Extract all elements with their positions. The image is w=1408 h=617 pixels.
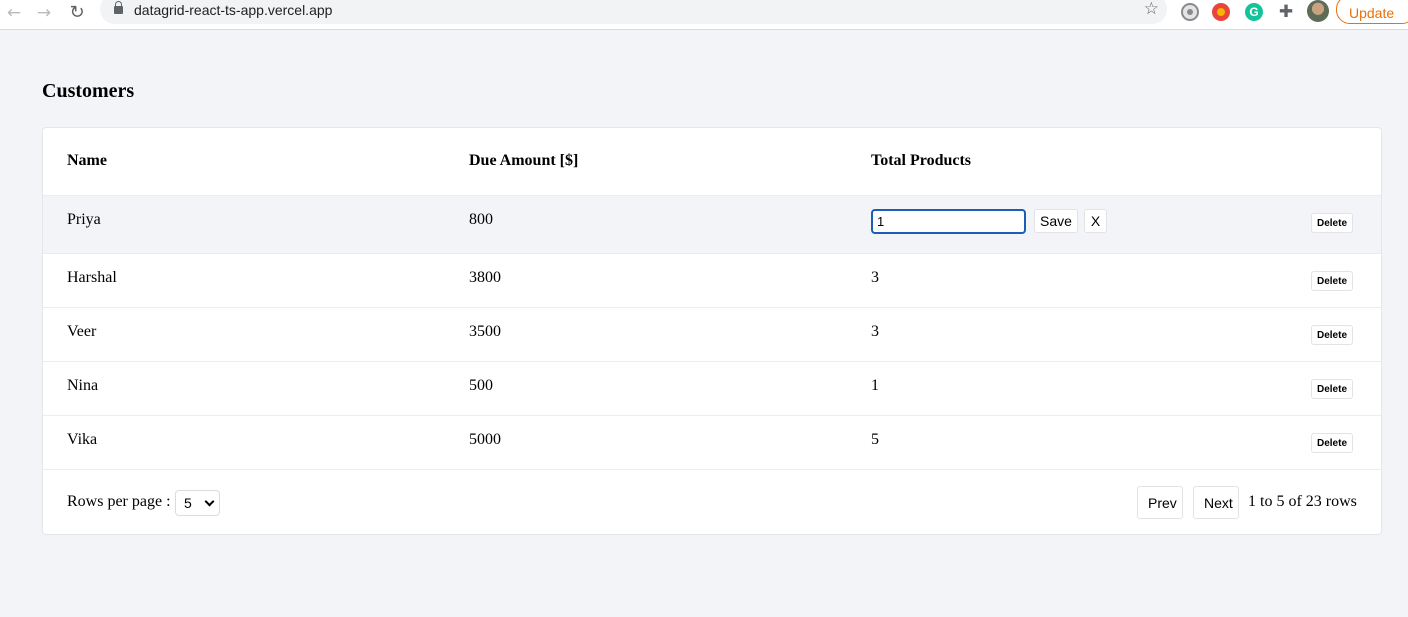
table-row: Veer 3500 3 Delete bbox=[43, 307, 1381, 362]
reload-icon[interactable]: ↻ bbox=[66, 2, 88, 24]
pagination-range-text: 1 to 5 of 23 rows bbox=[1248, 493, 1357, 510]
next-page-button[interactable]: Next bbox=[1193, 486, 1239, 519]
rows-per-page-label: Rows per page : bbox=[67, 493, 171, 510]
page-title: Customers bbox=[42, 80, 135, 102]
delete-button[interactable]: Delete bbox=[1311, 325, 1354, 345]
cell-total-products-editor: Save X bbox=[847, 195, 1241, 254]
cell-actions: Delete bbox=[1241, 415, 1381, 470]
cell-actions: Delete bbox=[1241, 361, 1381, 416]
cancel-edit-button[interactable]: X bbox=[1083, 209, 1108, 233]
puzzle-icon[interactable]: ✚ bbox=[1277, 3, 1295, 21]
chevron-down-icon bbox=[204, 496, 215, 507]
cell-due-amount: 3800 bbox=[445, 253, 847, 308]
column-header-total-products: Total Products bbox=[847, 128, 1241, 196]
cell-due-amount: 3500 bbox=[445, 307, 847, 362]
table-row-editing: Priya 800 Save X Delete bbox=[43, 195, 1381, 254]
cell-actions: Delete bbox=[1241, 253, 1381, 308]
cell-due-amount: 500 bbox=[445, 361, 847, 416]
forward-arrow-icon[interactable]: → bbox=[33, 2, 55, 24]
table-row: Harshal 3800 3 Delete bbox=[43, 253, 1381, 308]
data-grid: Name Due Amount [$] Total Products Priya… bbox=[42, 127, 1382, 535]
cell-name: Veer bbox=[43, 307, 445, 362]
column-header-actions bbox=[1241, 128, 1381, 196]
grammarly-icon[interactable]: G bbox=[1245, 3, 1263, 21]
table-header-row: Name Due Amount [$] Total Products bbox=[43, 128, 1381, 196]
save-button[interactable]: Save bbox=[1034, 209, 1078, 233]
back-arrow-icon[interactable]: ← bbox=[3, 2, 25, 24]
cell-actions: Delete bbox=[1241, 195, 1381, 254]
column-header-due-amount: Due Amount [$] bbox=[445, 128, 847, 196]
table-row: Vika 5000 5 Delete bbox=[43, 415, 1381, 470]
url-text[interactable]: datagrid-react-ts-app.vercel.app bbox=[134, 2, 332, 18]
customers-table: Name Due Amount [$] Total Products Priya… bbox=[43, 128, 1381, 470]
cell-due-amount: 5000 bbox=[445, 415, 847, 470]
cell-name: Vika bbox=[43, 415, 445, 470]
cell-total-products[interactable]: 1 bbox=[847, 361, 1241, 416]
cell-total-products[interactable]: 5 bbox=[847, 415, 1241, 470]
extension-icon[interactable] bbox=[1181, 3, 1199, 21]
cell-name: Priya bbox=[43, 195, 445, 254]
cell-due-amount: 800 bbox=[445, 195, 847, 254]
total-products-input[interactable] bbox=[871, 208, 1026, 234]
cell-total-products[interactable]: 3 bbox=[847, 253, 1241, 308]
cell-name: Nina bbox=[43, 361, 445, 416]
cell-total-products[interactable]: 3 bbox=[847, 307, 1241, 362]
delete-button[interactable]: Delete bbox=[1311, 213, 1354, 233]
delete-button[interactable]: Delete bbox=[1311, 271, 1354, 291]
delete-button[interactable]: Delete bbox=[1311, 379, 1354, 399]
table-row: Nina 500 1 Delete bbox=[43, 361, 1381, 416]
update-button[interactable]: Update bbox=[1336, 0, 1408, 24]
prev-page-button[interactable]: Prev bbox=[1137, 486, 1183, 519]
column-header-name: Name bbox=[43, 128, 445, 196]
avatar[interactable] bbox=[1307, 0, 1329, 22]
lock-icon[interactable] bbox=[114, 1, 123, 14]
browser-toolbar: ← → ↻ datagrid-react-ts-app.vercel.app ☆… bbox=[0, 0, 1408, 30]
delete-button[interactable]: Delete bbox=[1311, 433, 1354, 453]
cell-actions: Delete bbox=[1241, 307, 1381, 362]
rows-per-page-value: 5 bbox=[184, 495, 192, 511]
extension-icon[interactable] bbox=[1212, 3, 1230, 21]
cell-name: Harshal bbox=[43, 253, 445, 308]
address-bar[interactable]: datagrid-react-ts-app.vercel.app ☆ bbox=[100, 0, 1167, 24]
pagination-bar: Rows per page : 5 Prev Next 1 to 5 of 23… bbox=[43, 469, 1381, 535]
bookmark-star-icon[interactable]: ☆ bbox=[1144, 0, 1159, 19]
rows-per-page-select[interactable]: 5 bbox=[175, 490, 220, 516]
